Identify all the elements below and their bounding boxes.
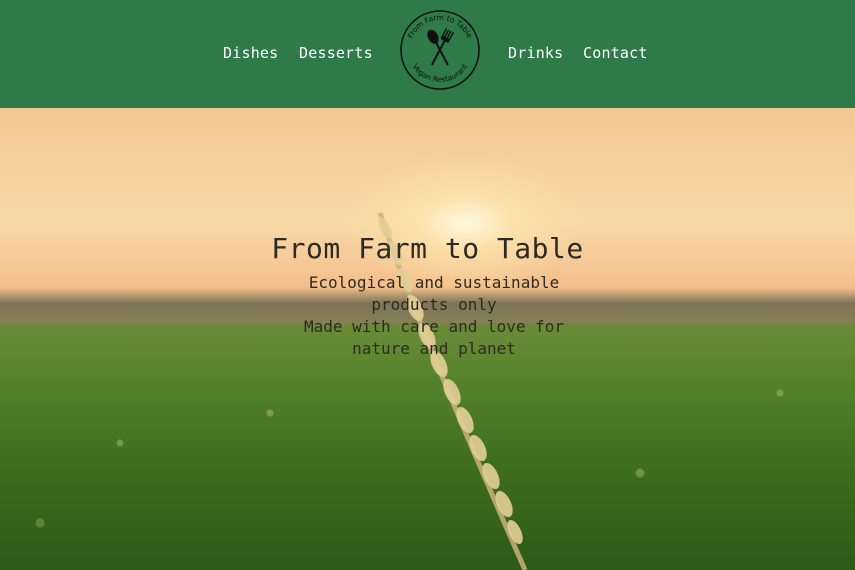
nav-link-drinks[interactable]: Drinks	[508, 44, 563, 62]
logo-emblem: From Farm to Table Vegan Restaurant	[400, 10, 480, 90]
fork-and-spoon-icon	[427, 28, 455, 66]
nav-link-dishes[interactable]: Dishes	[223, 44, 278, 62]
hero-subtitle-line-1: Ecological and sustainable products only	[308, 273, 560, 314]
site-header: Dishes Desserts From Farm to Table Vegan…	[0, 0, 855, 108]
logo-top-text: From Farm to Table	[406, 13, 475, 40]
nav-link-desserts[interactable]: Desserts	[299, 44, 373, 62]
hero-title: From Farm to Table	[271, 232, 584, 265]
restaurant-logo[interactable]: From Farm to Table Vegan Restaurant	[398, 8, 482, 92]
nav-link-contact[interactable]: Contact	[583, 44, 648, 62]
hero-subtitle: Ecological and sustainable products only…	[280, 272, 588, 360]
logo-bottom-text: Vegan Restaurant	[411, 62, 470, 84]
hero-banner: From Farm to Table Ecological and sustai…	[0, 108, 855, 570]
hero-subtitle-line-2: Made with care and love for nature and p…	[303, 317, 565, 358]
